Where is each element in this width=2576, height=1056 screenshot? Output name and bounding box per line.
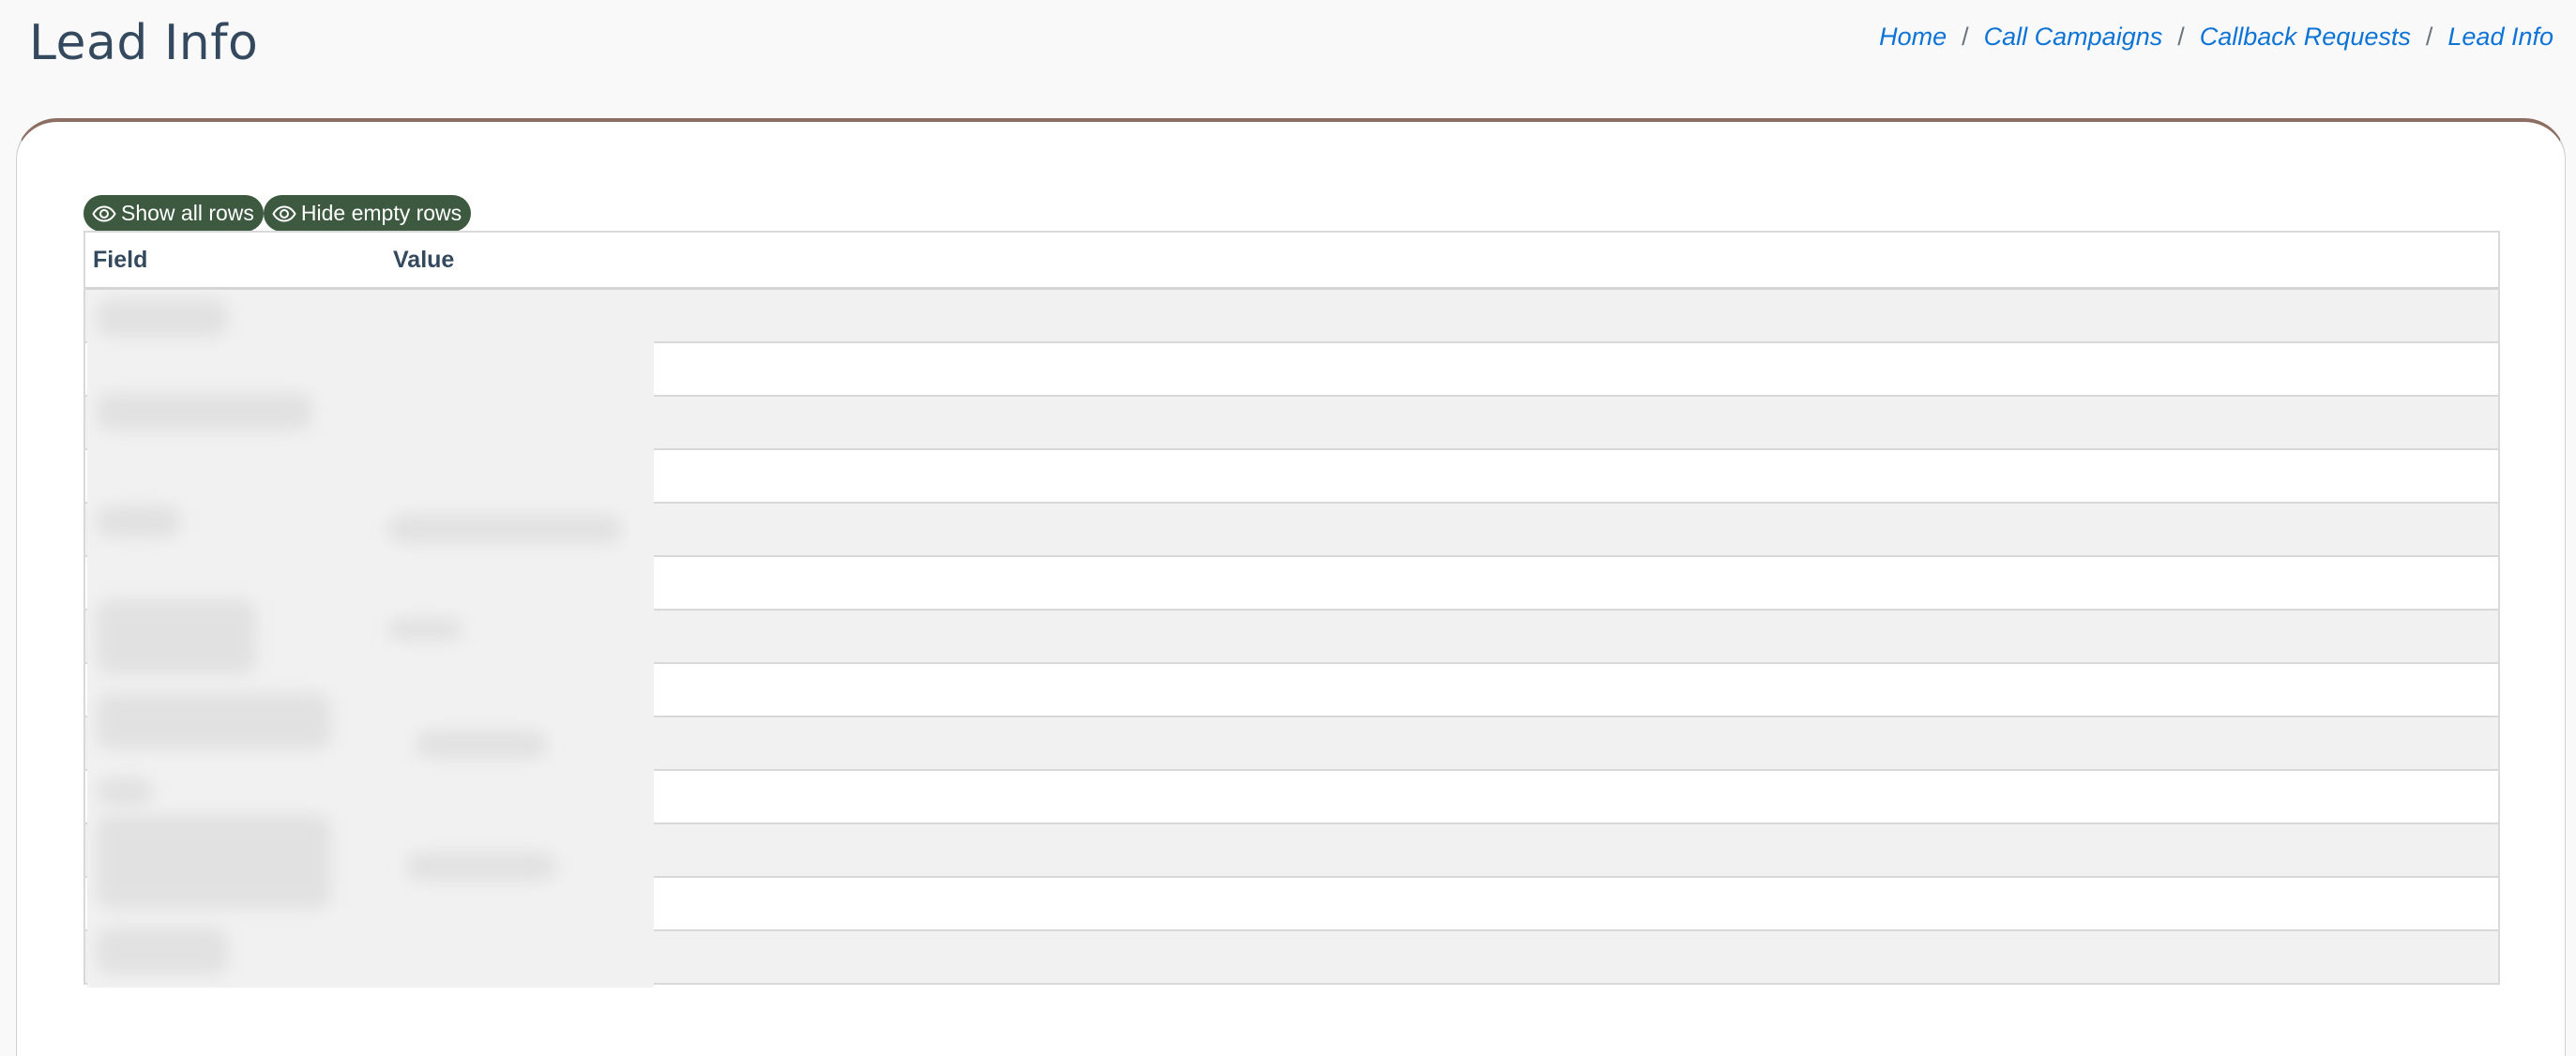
breadcrumb-call-campaigns-link[interactable]: Call Campaigns [1984, 23, 2163, 52]
redacted-blur [416, 731, 547, 759]
column-header-value: Value [393, 246, 455, 273]
show-all-rows-button[interactable]: Show all rows [83, 195, 264, 232]
redacted-blur [387, 618, 462, 641]
redacted-blur [97, 815, 331, 909]
breadcrumb-separator: / [2425, 23, 2433, 51]
redacted-region [87, 290, 654, 988]
table-header-row: Field Value [85, 233, 2498, 290]
redacted-blur [97, 299, 228, 337]
eye-icon [272, 204, 296, 222]
hide-empty-rows-button[interactable]: Hide empty rows [263, 195, 472, 232]
breadcrumb-separator: / [1962, 23, 1969, 51]
lead-info-card: Show all rows Hide empty rows Field Valu… [16, 118, 2566, 1056]
breadcrumb-home-link[interactable]: Home [1879, 23, 1947, 52]
redacted-blur [406, 852, 556, 881]
redacted-blur [97, 693, 331, 749]
redacted-blur [387, 515, 622, 543]
redacted-blur [97, 505, 181, 537]
row-filter-toolbar: Show all rows Hide empty rows [83, 195, 472, 232]
redacted-blur [97, 928, 228, 974]
page-title: Lead Info [29, 15, 259, 71]
breadcrumb-callback-requests-link[interactable]: Callback Requests [2200, 23, 2411, 52]
column-header-field: Field [93, 246, 148, 273]
hide-empty-rows-label: Hide empty rows [300, 201, 462, 225]
breadcrumb-separator: / [2177, 23, 2185, 51]
lead-info-table: Field Value [83, 231, 2500, 988]
page-header: Lead Info Home / Call Campaigns / Callba… [0, 0, 2576, 117]
breadcrumb-lead-info-link[interactable]: Lead Info [2447, 23, 2553, 52]
eye-icon [92, 204, 116, 222]
redacted-blur [97, 777, 153, 806]
table-body [85, 290, 2498, 988]
breadcrumb: Home / Call Campaigns / Callback Request… [1879, 23, 2553, 52]
redacted-blur [97, 393, 312, 430]
redacted-blur [97, 599, 256, 674]
show-all-rows-label: Show all rows [121, 201, 254, 225]
